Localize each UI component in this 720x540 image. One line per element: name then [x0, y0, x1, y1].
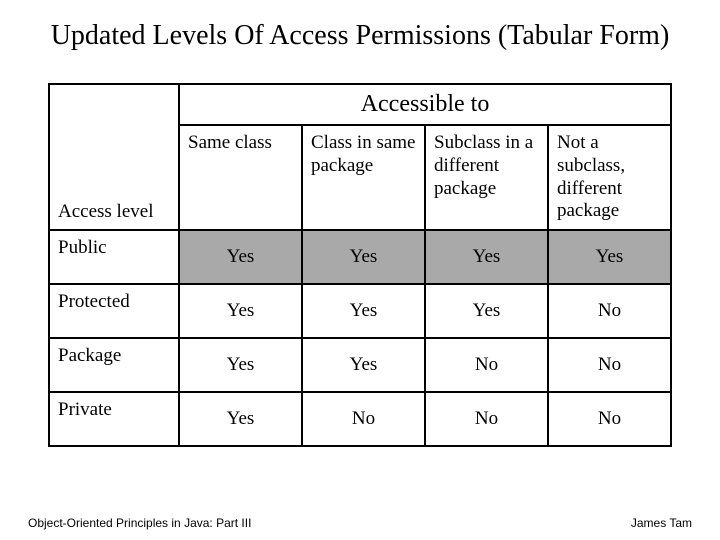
cell: Yes	[302, 338, 425, 392]
col-header-not-subclass-diff-package: Not a subclass, different package	[548, 125, 671, 230]
cell: Yes	[179, 284, 302, 338]
row-label: Package	[49, 338, 179, 392]
cell: Yes	[179, 392, 302, 446]
table-row: Public Yes Yes Yes Yes	[49, 230, 671, 284]
footer-left: Object-Oriented Principles in Java: Part…	[28, 516, 251, 530]
footer: Object-Oriented Principles in Java: Part…	[0, 516, 720, 530]
cell: Yes	[302, 230, 425, 284]
cell: No	[548, 284, 671, 338]
table-header-row-1: Access level Accessible to	[49, 84, 671, 125]
footer-right: James Tam	[631, 516, 692, 530]
access-level-header: Access level	[49, 84, 179, 230]
cell: Yes	[425, 230, 548, 284]
cell: Yes	[548, 230, 671, 284]
cell: Yes	[425, 284, 548, 338]
row-label: Private	[49, 392, 179, 446]
col-header-same-class: Same class	[179, 125, 302, 230]
cell: Yes	[302, 284, 425, 338]
cell: No	[302, 392, 425, 446]
table-row: Protected Yes Yes Yes No	[49, 284, 671, 338]
cell: No	[548, 338, 671, 392]
permissions-table: Access level Accessible to Same class Cl…	[48, 83, 672, 447]
row-label: Protected	[49, 284, 179, 338]
cell: No	[425, 392, 548, 446]
page-title: Updated Levels Of Access Permissions (Ta…	[48, 18, 672, 53]
accessible-to-header: Accessible to	[179, 84, 671, 125]
slide: Updated Levels Of Access Permissions (Ta…	[0, 0, 720, 540]
table-row: Private Yes No No No	[49, 392, 671, 446]
row-label: Public	[49, 230, 179, 284]
cell: No	[548, 392, 671, 446]
col-header-same-package: Class in same package	[302, 125, 425, 230]
cell: Yes	[179, 230, 302, 284]
col-header-subclass-diff-package: Subclass in a different package	[425, 125, 548, 230]
cell: Yes	[179, 338, 302, 392]
table-row: Package Yes Yes No No	[49, 338, 671, 392]
cell: No	[425, 338, 548, 392]
